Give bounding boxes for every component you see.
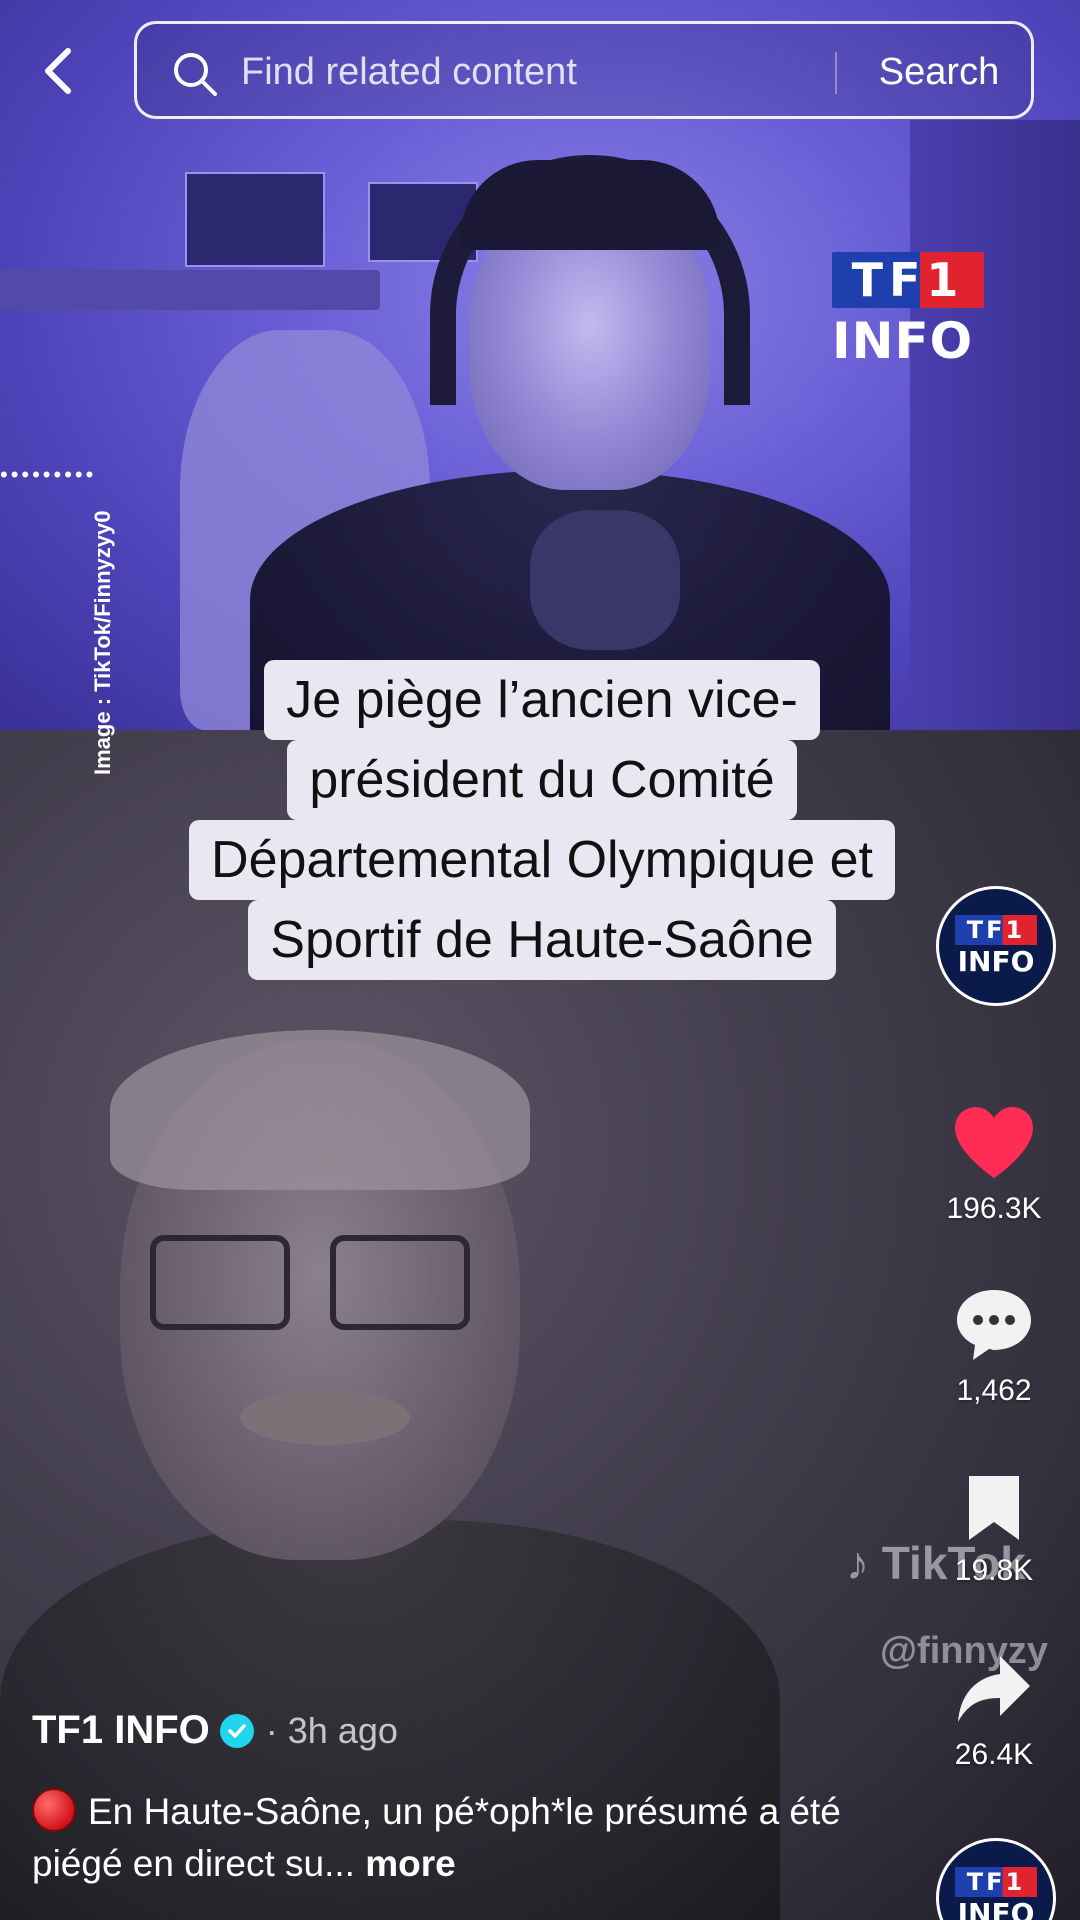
- caption-line: Je piège l’ancien vice-: [264, 660, 820, 740]
- glasses: [150, 1235, 290, 1330]
- caption-line: Départemental Olympique et: [189, 820, 895, 900]
- search-bar[interactable]: Search: [134, 21, 1034, 119]
- glove: [530, 510, 680, 650]
- logo-text: INFO: [832, 312, 974, 370]
- red-circle-emoji-icon: [32, 1788, 76, 1832]
- author-name[interactable]: TF1 INFO: [32, 1708, 210, 1753]
- poster: [185, 172, 325, 267]
- comment-icon: [957, 1290, 1031, 1360]
- share-arrow-icon: [958, 1656, 1030, 1722]
- search-divider: [835, 52, 837, 94]
- caption-line: Sportif de Haute-Saône: [248, 900, 836, 980]
- creator-avatar[interactable]: TF1 INFO: [936, 886, 1056, 1006]
- save-count: 19.8K: [954, 1554, 1034, 1587]
- more-link[interactable]: more: [365, 1843, 455, 1884]
- search-button[interactable]: Search: [857, 44, 1021, 100]
- avatar-logo-text: INFO: [957, 944, 1035, 978]
- search-icon: [174, 53, 217, 96]
- avatar-logo-text: TF1: [966, 1867, 1026, 1896]
- dots-decoration: •••••••••: [0, 462, 97, 487]
- post-description: En Haute-Saône, un pé*oph*le présumé a é…: [32, 1786, 892, 1890]
- author-row: TF1 INFO · 3h ago: [32, 1708, 398, 1753]
- curtain: [910, 120, 1080, 730]
- bookmark-icon: [969, 1476, 1019, 1540]
- comment-count: 1,462: [956, 1374, 1032, 1407]
- like-button[interactable]: 196.3K: [924, 1104, 1064, 1226]
- shelf: [0, 270, 380, 310]
- avatar-logo-text: INFO: [957, 1896, 1035, 1920]
- tiktok-logo-icon: ♪: [846, 1537, 869, 1589]
- avatar-logo-text: TF1: [966, 915, 1026, 944]
- glasses: [330, 1235, 470, 1330]
- share-button[interactable]: 26.4K: [924, 1652, 1064, 1772]
- share-count: 26.4K: [954, 1738, 1034, 1771]
- tf1-info-logo: TF1 INFO: [832, 252, 986, 370]
- video-caption: Je piège l’ancien vice- président du Com…: [52, 660, 1032, 980]
- search-input[interactable]: [241, 46, 821, 98]
- man-hair: [110, 1030, 530, 1190]
- verified-badge-icon: [219, 1713, 254, 1748]
- like-count: 196.3K: [946, 1192, 1042, 1225]
- moustache: [240, 1390, 410, 1445]
- heart-icon: [955, 1107, 1033, 1178]
- post-time: · 3h ago: [265, 1709, 398, 1751]
- caption-line: président du Comité: [287, 740, 797, 820]
- logo-text: TF1: [851, 253, 965, 307]
- back-button[interactable]: [38, 45, 82, 97]
- chevron-left-icon: [45, 48, 71, 94]
- save-button[interactable]: 19.8K: [924, 1472, 1064, 1588]
- beanie: [460, 160, 720, 250]
- comment-button[interactable]: 1,462: [924, 1286, 1064, 1408]
